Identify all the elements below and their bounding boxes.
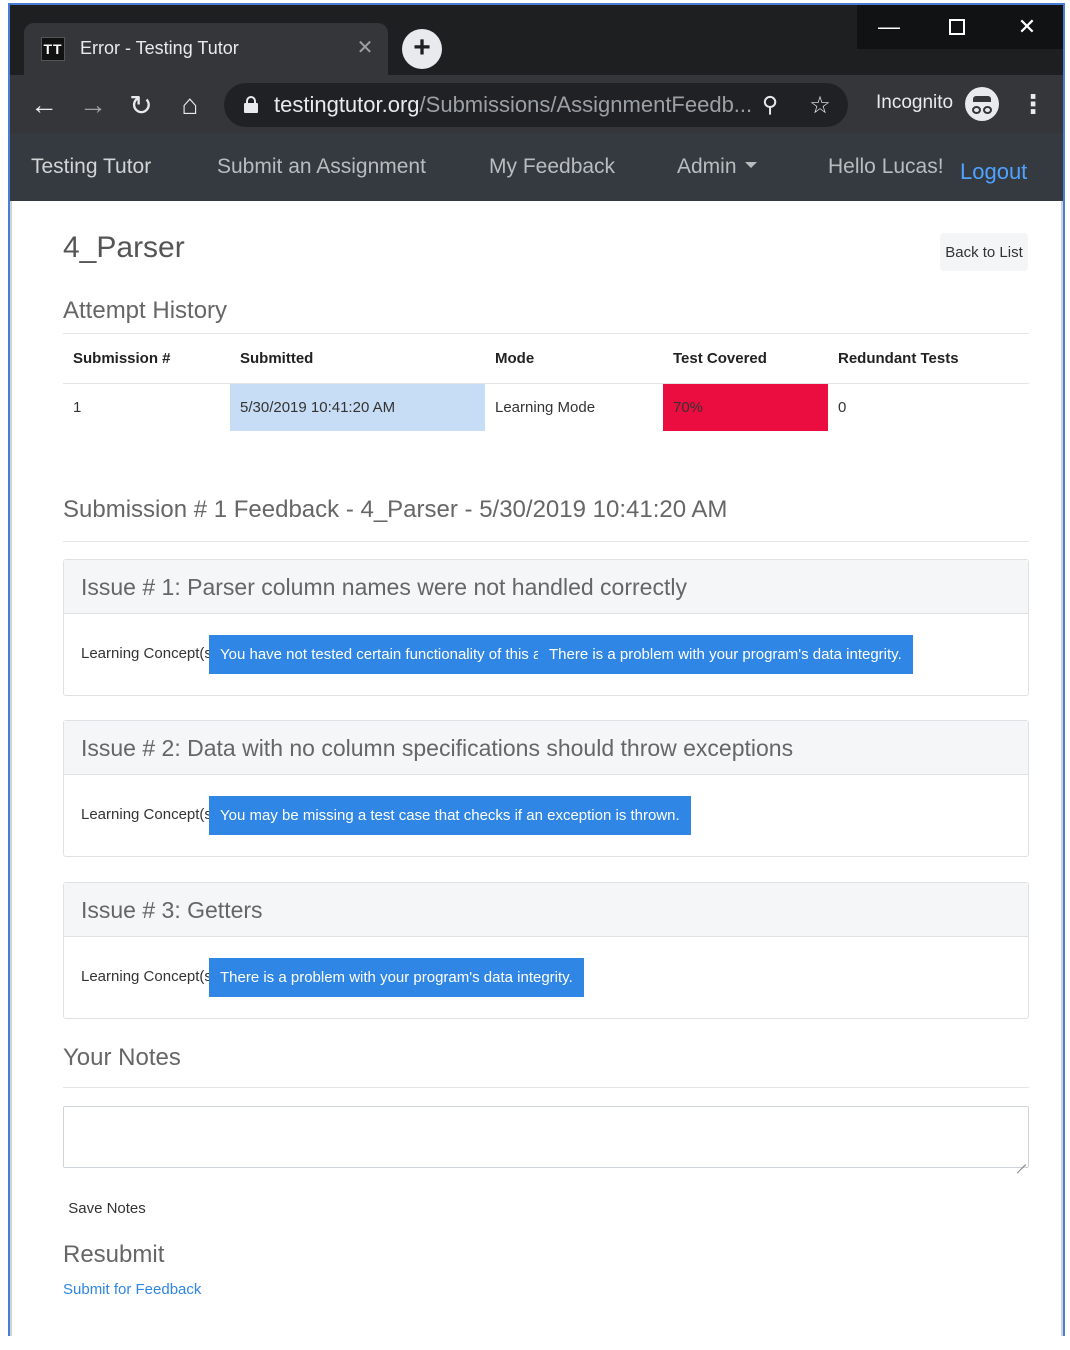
reload-icon[interactable]: ↻ xyxy=(123,87,159,123)
concept-badge[interactable]: There is a problem with your program's d… xyxy=(538,635,913,674)
nav-brand[interactable]: Testing Tutor xyxy=(31,155,151,179)
attempt-history-heading: Attempt History xyxy=(63,297,228,324)
page-title: 4_Parser xyxy=(63,231,185,264)
browser-toolbar: ← → ↻ ⌂ testingtutor.org/Submissions/Ass… xyxy=(10,75,1063,133)
back-to-list-button[interactable]: Back to List xyxy=(940,233,1028,271)
nav-admin-label: Admin xyxy=(677,155,737,178)
lock-icon xyxy=(244,96,258,113)
page-content: 4_Parser Back to List Attempt History Su… xyxy=(10,201,1063,1336)
browser-titlebar: TT Error - Testing Tutor ✕ + — ✕ xyxy=(10,5,1063,75)
table-header-row: Submission # Submitted Mode Test Covered… xyxy=(63,334,1029,384)
zoom-icon[interactable]: ⚲ xyxy=(752,87,788,123)
nav-submit-assignment[interactable]: Submit an Assignment xyxy=(217,155,426,179)
nav-admin-dropdown[interactable]: Admin xyxy=(677,155,757,179)
feedback-heading: Submission # 1 Feedback - 4_Parser - 5/3… xyxy=(63,496,728,523)
submission-mode: Learning Mode xyxy=(495,398,596,416)
issue-title: Issue # 3: Getters xyxy=(81,897,263,923)
minimize-icon[interactable]: — xyxy=(855,5,923,49)
submitted-date[interactable]: 5/30/2019 10:41:20 AM xyxy=(230,383,485,431)
column-header: Submission # xyxy=(63,334,230,384)
notes-textarea[interactable] xyxy=(63,1106,1029,1168)
issue-title: Issue # 1: Parser column names were not … xyxy=(81,574,687,600)
column-header: Redundant Tests xyxy=(828,334,1029,384)
caret-down-icon xyxy=(744,162,757,169)
learning-concept-label: Learning Concept(s): xyxy=(81,968,222,985)
table-row: 1 5/30/2019 10:41:20 AM Learning Mode 70… xyxy=(63,383,1029,431)
back-arrow-icon[interactable]: ← xyxy=(26,87,62,123)
learning-concept-label: Learning Concept(s): xyxy=(81,806,222,823)
maximize-icon[interactable] xyxy=(923,5,991,49)
url-text: testingtutor.org/Submissions/AssignmentF… xyxy=(274,92,753,117)
learning-concept-label: Learning Concept(s): xyxy=(81,645,222,662)
tab-title: Error - Testing Tutor xyxy=(80,38,239,58)
redundant-tests: 0 xyxy=(838,398,847,416)
concept-badge[interactable]: You may be missing a test case that chec… xyxy=(209,796,691,835)
menu-dots-icon[interactable]: ⋮ xyxy=(1020,87,1046,123)
close-icon[interactable]: ✕ xyxy=(993,5,1061,49)
concept-badge[interactable]: There is a problem with your program's d… xyxy=(209,958,584,997)
star-icon[interactable]: ☆ xyxy=(802,87,838,123)
site-navbar: Testing Tutor Submit an Assignment My Fe… xyxy=(10,133,1063,201)
test-covered-badge: 70% xyxy=(663,383,828,431)
save-notes-button[interactable]: Save Notes xyxy=(63,1191,151,1225)
your-notes-heading: Your Notes xyxy=(63,1044,181,1071)
nav-my-feedback[interactable]: My Feedback xyxy=(489,155,615,179)
tab-close-icon[interactable]: ✕ xyxy=(352,35,378,60)
favicon-icon: TT xyxy=(41,37,65,61)
incognito-icon[interactable] xyxy=(965,87,999,121)
forward-arrow-icon[interactable]: → xyxy=(75,87,111,123)
issue-card: Issue # 3: Getters Learning Concept(s): … xyxy=(63,882,1029,1019)
nav-logout[interactable]: Logout xyxy=(960,159,1027,185)
browser-window: TT Error - Testing Tutor ✕ + — ✕ ← → ↻ ⌂… xyxy=(8,3,1065,1336)
column-header: Mode xyxy=(485,334,663,384)
issue-card: Issue # 2: Data with no column specifica… xyxy=(63,720,1029,857)
resize-grip-icon[interactable] xyxy=(1016,1155,1026,1165)
address-bar[interactable]: testingtutor.org/Submissions/AssignmentF… xyxy=(224,83,848,127)
submission-number: 1 xyxy=(73,398,82,416)
concept-badge[interactable]: You have not tested certain functionalit… xyxy=(209,635,579,674)
issue-card: Issue # 1: Parser column names were not … xyxy=(63,559,1029,696)
issue-title: Issue # 2: Data with no column specifica… xyxy=(81,735,794,761)
nav-greeting: Hello Lucas! xyxy=(828,155,944,178)
column-header: Submitted xyxy=(230,334,485,384)
attempt-history-table: Submission # Submitted Mode Test Covered… xyxy=(63,334,1029,431)
home-icon[interactable]: ⌂ xyxy=(172,87,208,123)
incognito-label: Incognito xyxy=(876,92,954,113)
resubmit-heading: Resubmit xyxy=(63,1241,165,1268)
column-header: Test Covered xyxy=(663,334,828,384)
new-tab-icon[interactable]: + xyxy=(402,29,442,69)
browser-tab[interactable]: TT Error - Testing Tutor ✕ xyxy=(24,23,388,75)
submit-for-feedback-link[interactable]: Submit for Feedback xyxy=(63,1281,201,1298)
